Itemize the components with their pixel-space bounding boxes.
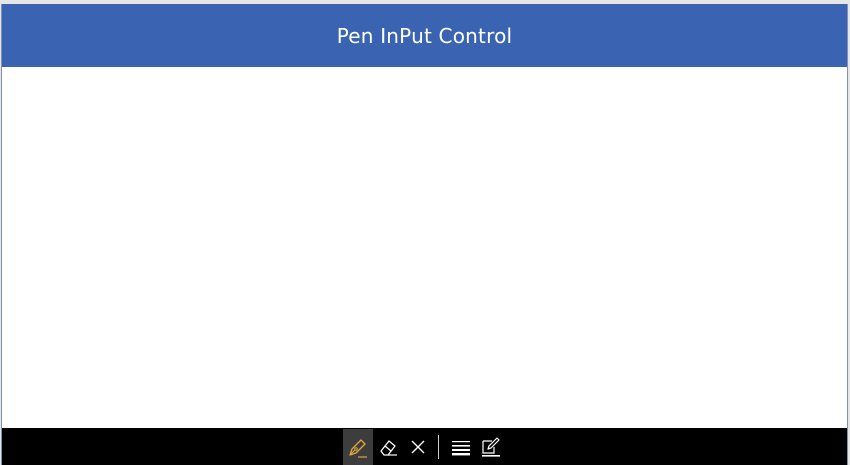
toolbar-separator [438,434,439,459]
pen-color-icon [480,436,502,458]
app-window: Pen InPut Control [1,4,848,465]
page-title: Pen InPut Control [336,23,513,48]
header-bar: Pen InPut Control [2,4,847,67]
stroke-width-button[interactable] [446,429,476,465]
stroke-width-icon [450,436,472,458]
tool-group-settings [446,428,506,465]
pen-input-canvas[interactable] [2,67,847,427]
pen-button[interactable] [343,428,373,465]
tool-group [343,428,433,465]
clear-button[interactable] [403,429,433,465]
pen-toolbar [2,428,847,465]
pen-color-button[interactable] [476,429,506,465]
close-icon [408,437,428,457]
eraser-button[interactable] [373,429,403,465]
eraser-icon [377,436,399,458]
pen-icon [347,436,369,458]
